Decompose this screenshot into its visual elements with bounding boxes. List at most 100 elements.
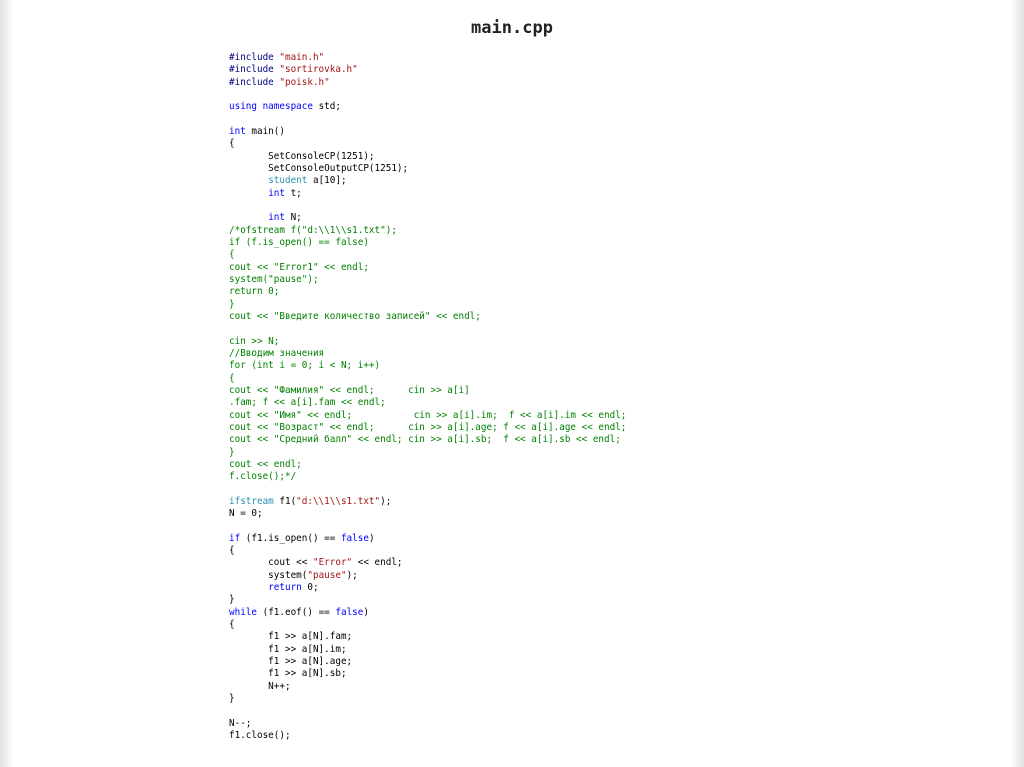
code-line: if (f1.is_open() == false) — [229, 533, 626, 545]
page-title: main.cpp — [471, 18, 553, 38]
code-token: cout << "Введите количество записей" << … — [229, 310, 481, 322]
code-token: if — [229, 532, 241, 544]
code-line: cout << "Средний балл" << endl; cin >> a… — [229, 434, 626, 446]
code-token: return — [268, 582, 302, 594]
code-line: #include "poisk.h" — [229, 77, 626, 89]
code-token: std; — [312, 101, 341, 113]
code-line: N--; — [229, 718, 626, 730]
code-line: cout << "Error" << endl; — [229, 557, 626, 569]
code-line: system("pause"); — [229, 274, 626, 286]
code-line: //Вводим значения — [229, 348, 626, 360]
code-token: int — [268, 187, 285, 199]
code-token: cout << endl; — [229, 458, 302, 470]
left-edge-shadow — [0, 0, 14, 767]
code-token: cout << "Error1" << endl; — [229, 261, 369, 273]
code-token: using namespace — [229, 101, 313, 113]
code-token: "poisk.h" — [279, 76, 330, 88]
code-token: main() — [245, 125, 285, 137]
code-listing: #include "main.h" #include "sortirovka.h"… — [229, 52, 626, 742]
code-token: ) — [368, 532, 375, 544]
code-line: /*ofstream f("d:\\1\\s1.txt"); — [229, 225, 626, 237]
code-token: cout << "Имя" << endl; cin >> a[i].im; f… — [229, 409, 627, 421]
code-token: "d:\\1\\s1.txt" — [296, 495, 381, 507]
code-line: { — [229, 619, 626, 631]
code-token: (f1.eof() == — [257, 606, 336, 618]
code-token: "main.h" — [279, 52, 325, 63]
code-line: int N; — [229, 212, 626, 224]
code-token: f.close();*/ — [229, 471, 297, 483]
code-line: cout << "Введите количество записей" << … — [229, 311, 626, 323]
code-token: } — [229, 446, 235, 458]
code-token: #include — [229, 52, 280, 63]
code-line: cout << "Error1" << endl; — [229, 262, 626, 274]
code-line: f1 >> a[N].fam; — [229, 631, 626, 643]
code-token: //Вводим значения — [229, 347, 325, 359]
code-line: while (f1.eof() == false) — [229, 607, 626, 619]
code-line: { — [229, 545, 626, 557]
code-token: (f1.is_open() == — [240, 532, 341, 544]
code-line: #include "sortirovka.h" — [229, 64, 626, 76]
code-token: { — [229, 619, 235, 631]
code-line: int main() — [229, 126, 626, 138]
code-token: return 0; — [229, 286, 280, 298]
code-token: } — [229, 693, 235, 705]
code-token: system( — [229, 569, 308, 581]
code-token: f1 >> a[N].im; — [229, 643, 347, 655]
code-token: ifstream — [229, 495, 274, 507]
code-line: student a[10]; — [229, 175, 626, 187]
code-token: { — [229, 138, 235, 150]
code-token: while — [229, 606, 257, 618]
code-token: N = 0; — [229, 508, 263, 520]
code-line: cout << "Фамилия" << endl; cin >> a[i] — [229, 385, 626, 397]
code-token: a[10]; — [307, 175, 347, 187]
right-edge-shadow — [1010, 0, 1024, 767]
code-token: { — [229, 249, 235, 261]
code-token: { — [229, 372, 235, 384]
code-line: if (f.is_open() == false) — [229, 237, 626, 249]
code-token: cout << — [229, 557, 313, 569]
code-token: N++; — [229, 680, 291, 692]
code-token: N; — [284, 212, 302, 224]
code-token: f1 >> a[N].sb; — [229, 668, 347, 680]
code-token: SetConsoleOutputCP(1251); — [229, 162, 409, 174]
code-token: f1 >> a[N].fam; — [229, 631, 353, 643]
code-token: } — [229, 594, 235, 606]
code-line: SetConsoleOutputCP(1251); — [229, 163, 626, 175]
code-line: N++; — [229, 681, 626, 693]
code-line: system("pause"); — [229, 570, 626, 582]
code-token: system("pause"); — [229, 273, 319, 285]
code-line: f.close();*/ — [229, 471, 626, 483]
code-line: int t; — [229, 188, 626, 200]
code-token: N--; — [229, 717, 252, 729]
code-line: } — [229, 299, 626, 311]
code-token: "pause" — [307, 569, 347, 581]
code-token: cout << "Фамилия" << endl; cin >> a[i] — [229, 384, 470, 396]
code-line: return 0; — [229, 286, 626, 298]
code-line: } — [229, 693, 626, 705]
code-token: int — [229, 125, 246, 137]
code-token: int — [268, 212, 285, 224]
code-line: cout << endl; — [229, 459, 626, 471]
code-line: } — [229, 447, 626, 459]
code-token: false — [340, 532, 369, 544]
code-line: return 0; — [229, 582, 626, 594]
code-token: cout << "Возраст" << endl; cin >> a[i].a… — [229, 421, 627, 433]
code-line: cout << "Возраст" << endl; cin >> a[i].a… — [229, 422, 626, 434]
code-token: } — [229, 298, 235, 310]
code-token: cout << "Средний балл" << endl; cin >> a… — [229, 434, 621, 446]
code-token: #include — [229, 64, 280, 76]
code-token: #include — [229, 76, 280, 88]
code-line: { — [229, 373, 626, 385]
code-line: f1 >> a[N].sb; — [229, 668, 626, 680]
code-token: << endl; — [352, 557, 403, 569]
code-token: SetConsoleCP(1251); — [229, 150, 375, 162]
code-token: for (int i = 0; i < N; i++) — [229, 360, 381, 372]
